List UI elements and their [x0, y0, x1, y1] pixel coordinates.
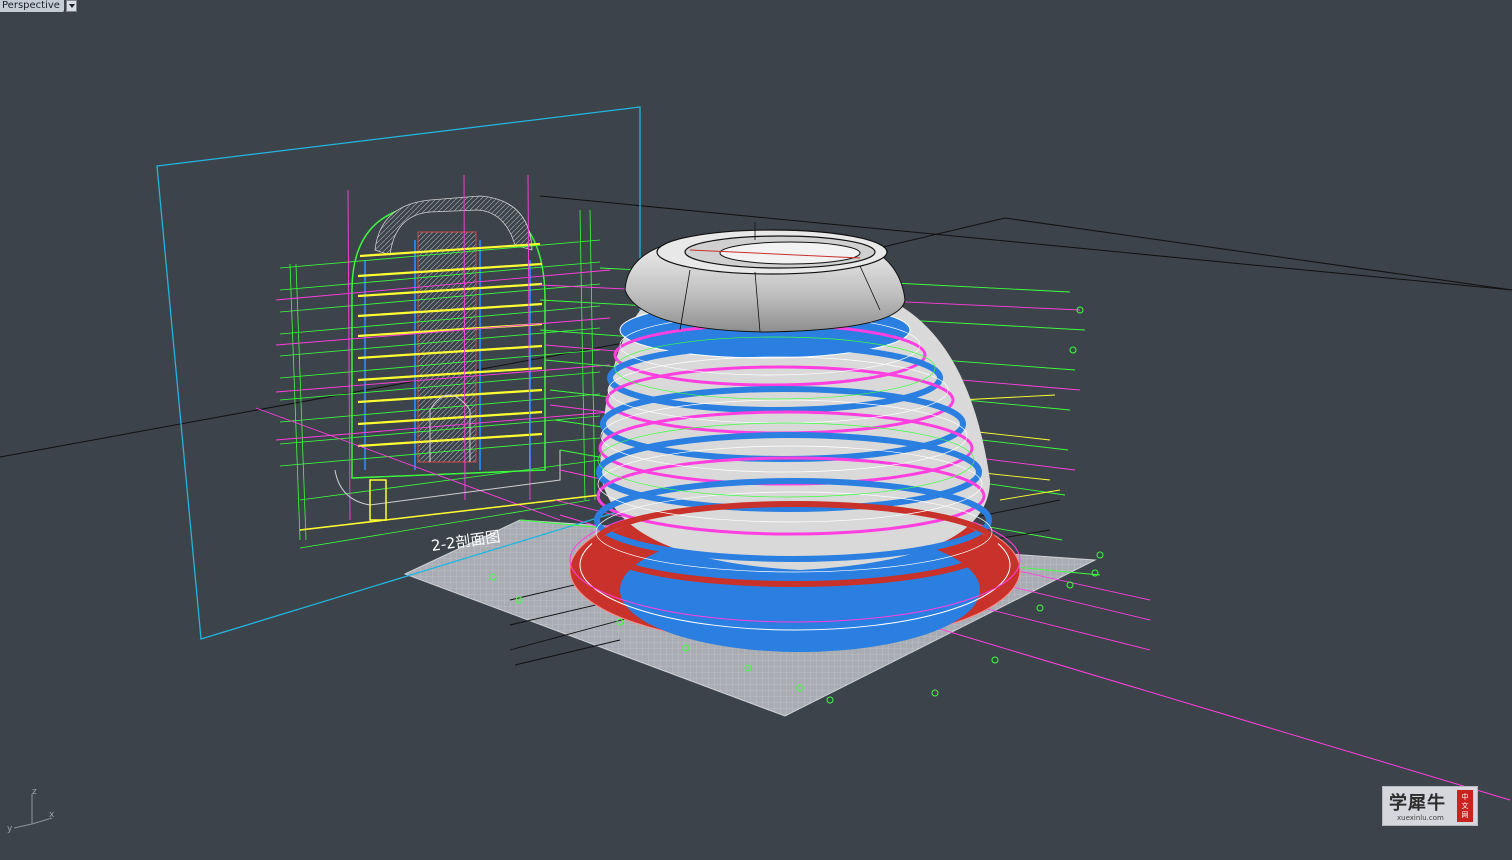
world-axes-indicator: z x y	[7, 787, 55, 834]
axis-y-label: y	[7, 824, 13, 834]
watermark-brand: 学犀牛	[1389, 793, 1446, 814]
perspective-viewport[interactable]: Perspective 2-2剖面图 z x y 学犀牛 xuexinlu.co…	[0, 0, 1512, 860]
seal-char-1: 中	[1461, 792, 1469, 801]
watermark-url: xuexinlu.com	[1397, 814, 1444, 822]
egg-building-model[interactable]	[569, 222, 1021, 652]
axis-z-label: z	[32, 787, 37, 797]
site-watermark-logo: 学犀牛 xuexinlu.com 中 文 网	[1382, 786, 1478, 826]
viewport-name-label[interactable]: Perspective	[0, 0, 64, 12]
watermark-seal: 中 文 网	[1457, 790, 1473, 822]
viewport-title-tab[interactable]: Perspective	[0, 0, 77, 12]
viewport-menu-dropdown-icon[interactable]	[65, 0, 77, 12]
seal-char-3: 网	[1461, 810, 1469, 819]
seal-char-2: 文	[1461, 801, 1469, 810]
axis-x-label: x	[49, 810, 55, 820]
section-drawing[interactable]: 2-2剖面图	[255, 174, 611, 555]
scene-canvas[interactable]: 2-2剖面图	[0, 0, 1512, 860]
